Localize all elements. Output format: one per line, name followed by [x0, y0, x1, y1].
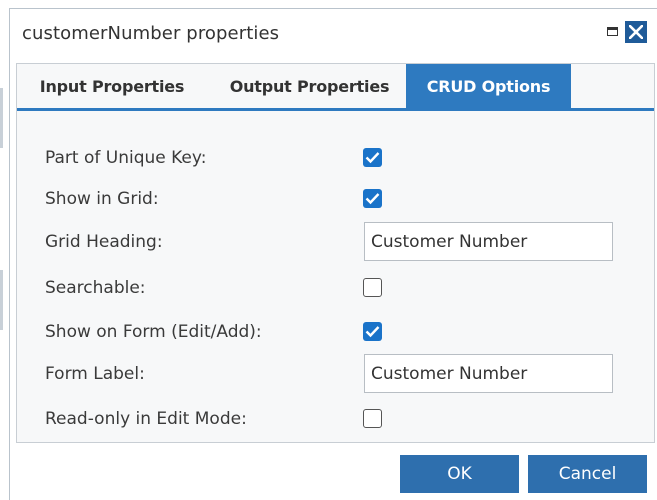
properties-panel: Input Properties Output Properties CRUD … [16, 63, 655, 443]
tab-input-properties[interactable]: Input Properties [37, 64, 187, 108]
searchable-label: Searchable: [45, 278, 146, 298]
background-strip [0, 0, 9, 500]
tab-output-properties[interactable]: Output Properties [222, 64, 397, 108]
properties-dialog: customerNumber properties Input Properti… [9, 8, 657, 500]
tab-crud-options[interactable]: CRUD Options [406, 64, 571, 108]
form-label-label: Form Label: [45, 364, 145, 384]
readonly-edit-label: Read-only in Edit Mode: [45, 409, 247, 429]
searchable-checkbox[interactable] [363, 278, 382, 297]
part-of-unique-key-label: Part of Unique Key: [45, 148, 207, 168]
dialog-title: customerNumber properties [22, 23, 280, 44]
close-icon[interactable] [625, 21, 647, 43]
grid-heading-input[interactable] [364, 222, 613, 261]
cancel-button[interactable]: Cancel [528, 455, 647, 493]
show-in-grid-label: Show in Grid: [45, 189, 159, 209]
background-edge [0, 270, 3, 330]
background-edge [0, 88, 3, 148]
show-on-form-label: Show on Form (Edit/Add): [45, 322, 262, 342]
form-label-input[interactable] [364, 354, 613, 393]
restore-icon[interactable] [606, 25, 620, 39]
ok-button[interactable]: OK [400, 455, 519, 493]
part-of-unique-key-checkbox[interactable] [363, 148, 382, 167]
dialog-titlebar: customerNumber properties [10, 9, 657, 55]
tab-bar: Input Properties Output Properties CRUD … [17, 64, 654, 111]
show-in-grid-checkbox[interactable] [363, 189, 382, 208]
grid-heading-label: Grid Heading: [45, 232, 163, 252]
readonly-edit-checkbox[interactable] [363, 409, 382, 428]
show-on-form-checkbox[interactable] [363, 322, 382, 341]
